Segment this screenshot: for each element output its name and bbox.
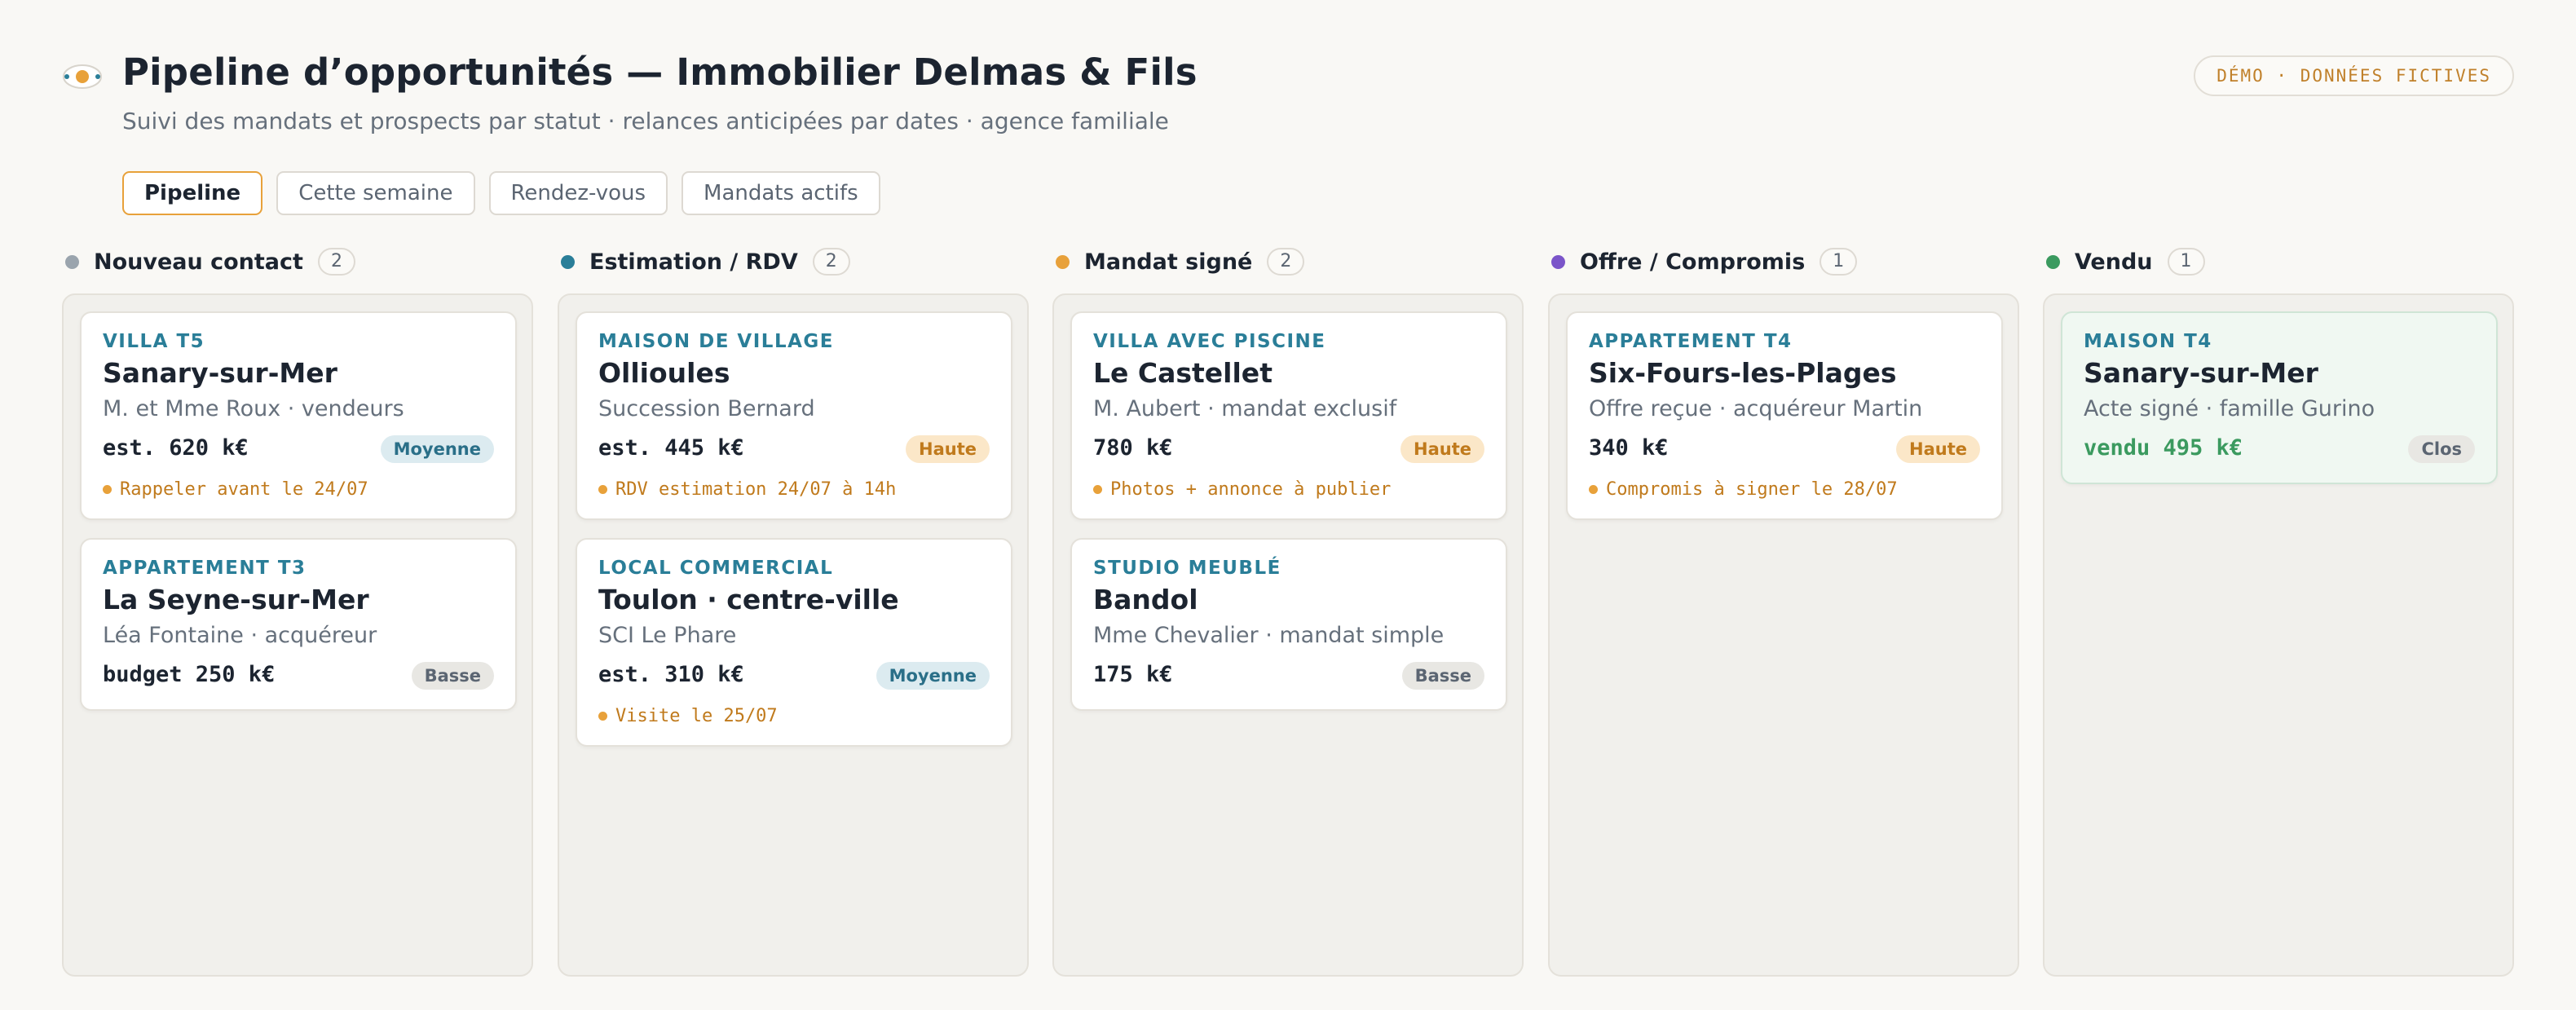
column-title: Nouveau contact	[94, 249, 303, 275]
column-title: Mandat signé	[1084, 249, 1253, 275]
reminder-note: Photos + annonce à publier	[1093, 479, 1391, 500]
price-value: budget 250 k€	[103, 662, 276, 687]
opportunity-card[interactable]: LOCAL COMMERCIAL Toulon · centre-ville SCI…	[576, 538, 1012, 747]
reminder-dot-icon	[598, 485, 607, 494]
tab-pipeline[interactable]: Pipeline	[122, 171, 263, 215]
opportunity-card[interactable]: MAISON DE VILLAGE Ollioules Succession Ber…	[576, 311, 1012, 520]
page-subtitle: Suivi des mandats et prospects par statu…	[122, 108, 1169, 135]
status-dot-icon	[65, 254, 79, 269]
priority-badge: Moyenne	[876, 662, 990, 690]
property-type: APPARTEMENT T4	[1589, 331, 1793, 352]
property-type: APPARTEMENT T3	[103, 558, 307, 579]
property-location: Ollioules	[598, 357, 730, 389]
reminder-text: Photos + annonce à publier	[1110, 479, 1392, 500]
property-location: Sanary-sur-Mer	[2084, 357, 2318, 389]
price-value: 780 k€	[1093, 435, 1173, 461]
view-tabs: Pipeline Cette semaine Rendez-vous Mandats …	[122, 171, 880, 215]
client-info: Mme Chevalier · mandat simple	[1093, 623, 1445, 648]
tab-mandats-actifs[interactable]: Mandats actifs	[681, 171, 880, 215]
property-type: MAISON T4	[2084, 331, 2212, 352]
priority-badge: Basse	[1401, 662, 1484, 690]
status-dot-icon	[1551, 254, 1565, 269]
property-location: Le Castellet	[1093, 357, 1273, 389]
column-header: Vendu 1	[2043, 243, 2205, 280]
client-info: Léa Fontaine · acquéreur	[103, 623, 377, 648]
pipeline-board: Nouveau contact 2 VILLA T5 Sanary-sur-Mer M.…	[62, 243, 2514, 978]
column-body: VILLA AVEC PISCINE Le Castellet M. Aubert …	[1052, 293, 1524, 977]
column-header: Offre / Compromis 1	[1548, 243, 1858, 280]
column-count-badge: 2	[812, 248, 850, 276]
column-count-badge: 1	[1820, 248, 1858, 276]
column-header: Nouveau contact 2	[62, 243, 355, 280]
page-title: Pipeline d’opportunités — Immobilier Del…	[122, 51, 1198, 94]
price-value: est. 310 k€	[598, 662, 744, 687]
column-title: Vendu	[2075, 249, 2153, 275]
priority-badge: Basse	[411, 662, 494, 690]
property-type: STUDIO MEUBLÉ	[1093, 558, 1281, 579]
column-title: Offre / Compromis	[1580, 249, 1806, 275]
client-info: M. Aubert · mandat exclusif	[1093, 396, 1397, 421]
price-value: est. 445 k€	[598, 435, 744, 461]
reminder-dot-icon	[103, 485, 112, 494]
price-value: 175 k€	[1093, 662, 1173, 687]
reminder-note: Visite le 25/07	[598, 706, 778, 726]
eye-logo-icon	[63, 64, 102, 89]
column-body: MAISON T4 Sanary-sur-Mer Acte signé · fami…	[2043, 293, 2514, 977]
reminder-note: Rappeler avant le 24/07	[103, 479, 368, 500]
property-location: Six-Fours-les-Plages	[1589, 357, 1897, 389]
price-value: est. 620 k€	[103, 435, 249, 461]
reminder-text: Rappeler avant le 24/07	[120, 479, 368, 500]
property-type: VILLA AVEC PISCINE	[1093, 331, 1326, 352]
priority-badge: Haute	[1400, 435, 1484, 463]
reminder-text: Compromis à signer le 28/07	[1606, 479, 1898, 500]
price-value: 340 k€	[1589, 435, 1669, 461]
priority-badge: Haute	[906, 435, 990, 463]
price-value: vendu 495 k€	[2084, 435, 2243, 461]
opportunity-card[interactable]: STUDIO MEUBLÉ Bandol Mme Chevalier · manda…	[1070, 538, 1507, 711]
status-dot-icon	[2046, 254, 2060, 269]
page-header: Pipeline d’opportunités — Immobilier Del…	[62, 51, 2514, 142]
column-body: APPARTEMENT T4 Six-Fours-les-Plages Offre …	[1548, 293, 2019, 977]
opportunity-card[interactable]: MAISON T4 Sanary-sur-Mer Acte signé · fami…	[2061, 311, 2498, 484]
opportunity-card[interactable]: VILLA T5 Sanary-sur-Mer M. et Mme Roux · v…	[80, 311, 517, 520]
column-count-badge: 2	[317, 248, 355, 276]
reminder-dot-icon	[1589, 485, 1598, 494]
column-header: Mandat signé 2	[1052, 243, 1305, 280]
client-info: Acte signé · famille Gurino	[2084, 396, 2375, 421]
property-type: VILLA T5	[103, 331, 205, 352]
column-count-badge: 1	[2167, 248, 2205, 276]
reminder-text: Visite le 25/07	[615, 706, 778, 726]
column-body: VILLA T5 Sanary-sur-Mer M. et Mme Roux · v…	[62, 293, 533, 977]
demo-badge: DÉMO · DONNÉES FICTIVES	[2194, 55, 2514, 96]
column-body: MAISON DE VILLAGE Ollioules Succession Ber…	[558, 293, 1029, 977]
client-info: SCI Le Phare	[598, 623, 737, 648]
client-info: Offre reçue · acquéreur Martin	[1589, 396, 1923, 421]
reminder-text: RDV estimation 24/07 à 14h	[615, 479, 897, 500]
property-location: Toulon · centre-ville	[598, 584, 899, 615]
property-location: La Seyne-sur-Mer	[103, 584, 369, 615]
opportunity-card[interactable]: APPARTEMENT T4 Six-Fours-les-Plages Offre …	[1566, 311, 2003, 520]
tab-rendez-vous[interactable]: Rendez-vous	[488, 171, 668, 215]
tab-cette-semaine[interactable]: Cette semaine	[276, 171, 475, 215]
opportunity-card[interactable]: VILLA AVEC PISCINE Le Castellet M. Aubert …	[1070, 311, 1507, 520]
reminder-note: Compromis à signer le 28/07	[1589, 479, 1898, 500]
client-info: M. et Mme Roux · vendeurs	[103, 396, 404, 421]
priority-badge: Haute	[1896, 435, 1980, 463]
property-location: Bandol	[1093, 584, 1198, 615]
reminder-dot-icon	[1093, 485, 1102, 494]
reminder-dot-icon	[598, 712, 607, 721]
property-type: MAISON DE VILLAGE	[598, 331, 834, 352]
reminder-note: RDV estimation 24/07 à 14h	[598, 479, 896, 500]
property-type: LOCAL COMMERCIAL	[598, 558, 834, 579]
column-header: Estimation / RDV 2	[558, 243, 850, 280]
property-location: Sanary-sur-Mer	[103, 357, 337, 389]
priority-badge: Clos	[2408, 435, 2475, 463]
column-title: Estimation / RDV	[589, 249, 798, 275]
priority-badge: Moyenne	[380, 435, 494, 463]
column-count-badge: 2	[1267, 248, 1305, 276]
status-dot-icon	[1056, 254, 1070, 269]
status-dot-icon	[561, 254, 575, 269]
opportunity-card[interactable]: APPARTEMENT T3 La Seyne-sur-Mer Léa Fontai…	[80, 538, 517, 711]
client-info: Succession Bernard	[598, 396, 815, 421]
